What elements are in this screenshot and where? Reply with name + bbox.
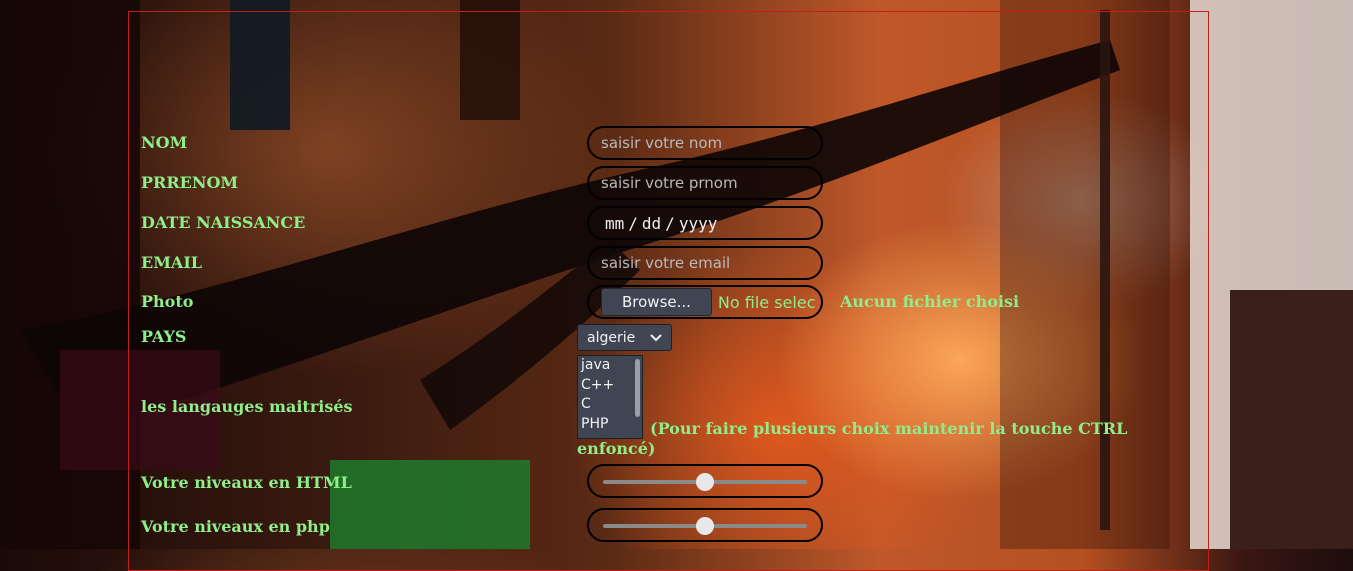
slider-thumb[interactable]: [696, 517, 714, 535]
niveau-php-slider[interactable]: [587, 508, 823, 542]
no-file-chosen-text: Aucun fichier choisi: [840, 292, 1020, 311]
nom-label: NOM: [141, 133, 188, 152]
listbox-option-c[interactable]: C: [578, 395, 642, 415]
email-label: EMAIL: [141, 253, 203, 272]
prenom-input[interactable]: [587, 166, 823, 200]
multi-select-hint: (Pour faire plusieurs choix maintenir la…: [577, 419, 1128, 458]
chevron-down-icon: [650, 333, 662, 341]
browse-button[interactable]: Browse...: [601, 288, 712, 316]
photo-file-input[interactable]: Browse... No file selec: [587, 285, 823, 319]
date-day-segment[interactable]: dd: [642, 214, 661, 233]
date-naissance-label: DATE NAISSANCE: [141, 213, 306, 232]
pays-selected-value: algerie: [587, 329, 636, 346]
date-separator: /: [628, 213, 638, 233]
date-month-segment[interactable]: mm: [605, 214, 624, 233]
listbox-option-cpp[interactable]: C++: [578, 376, 642, 396]
listbox-option-java[interactable]: java: [578, 356, 642, 376]
prenom-label: PRRENOM: [141, 173, 239, 192]
email-input[interactable]: [587, 246, 823, 280]
date-year-segment[interactable]: yyyy: [679, 214, 718, 233]
file-status-text: No file selec: [717, 292, 816, 312]
nom-input[interactable]: [587, 126, 823, 160]
niveau-php-label: Votre niveaux en php: [141, 517, 330, 536]
date-naissance-input[interactable]: mm / dd / yyyy: [587, 206, 823, 240]
langages-label: les langauges maitrisés: [141, 397, 353, 416]
niveau-html-slider[interactable]: [587, 464, 823, 498]
listbox-scrollbar[interactable]: [635, 359, 640, 417]
pays-select[interactable]: algerie: [577, 324, 672, 351]
niveau-html-label: Votre niveaux en HTML: [141, 473, 352, 492]
photo-label: Photo: [141, 292, 194, 311]
slider-thumb[interactable]: [696, 473, 714, 491]
date-separator: /: [665, 213, 675, 233]
pays-label: PAYS: [141, 327, 187, 346]
